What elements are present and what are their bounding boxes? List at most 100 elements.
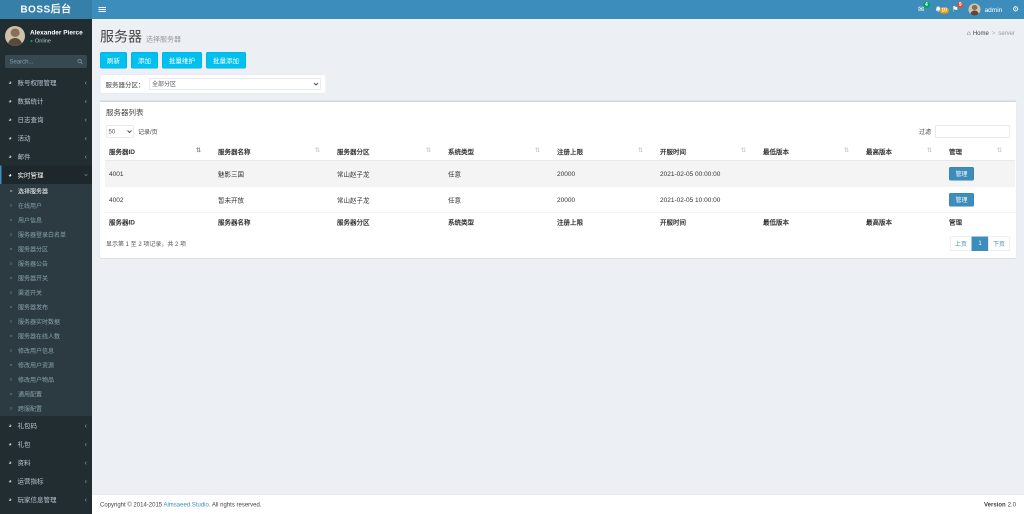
cell-server-id: 4002	[105, 187, 214, 213]
brand-link[interactable]: Almsaeed Studio.	[163, 501, 210, 508]
copyright-prefix: Copyright © 2014-2015	[100, 501, 162, 508]
circle-icon: ○	[8, 363, 14, 369]
cell-server-zone: 常山赵子龙	[333, 187, 444, 213]
sidebar-subitem-user-info[interactable]: ○用户信息	[0, 213, 92, 228]
sidebar-subitem-crossserver-config[interactable]: ○跨服配置	[0, 402, 92, 417]
cell-max-version	[862, 187, 945, 213]
sidebar-item-gift-code[interactable]: ◕ 礼包码 ‹	[0, 416, 92, 435]
sidebar-subitem-online-users[interactable]: ○在线用户	[0, 199, 92, 214]
sidebar-subitem-edit-user-items[interactable]: ○修改用户物品	[0, 373, 92, 388]
sidebar-item-activity[interactable]: ◕ 活动 ‹	[0, 129, 92, 148]
sidebar-subitem-edit-user-info[interactable]: ○修改用户信息	[0, 344, 92, 359]
batch-maintain-button[interactable]: 批量维护	[162, 52, 202, 69]
sidebar-subitem-online-count[interactable]: ○服务器在线人数	[0, 329, 92, 344]
col-server-zone[interactable]: 服务器分区⇅	[333, 143, 444, 161]
col-server-name[interactable]: 服务器名称⇅	[214, 143, 333, 161]
refresh-button[interactable]: 刷新	[100, 52, 127, 69]
sidebar-item-materials[interactable]: ◕ 资料 ‹	[0, 453, 92, 472]
sidebar-subitem-server-publish[interactable]: ○服务器发布	[0, 300, 92, 315]
sidebar-item-gift-pack[interactable]: ◕ 礼包 ‹	[0, 435, 92, 454]
sort-icon[interactable]: ⇅	[315, 147, 320, 154]
pagination-prev-button[interactable]: 上页	[950, 237, 972, 252]
zone-filter-label: 服务器分区：	[106, 79, 145, 89]
tasks-menu[interactable]: ⚑ 9	[952, 0, 959, 19]
sidebar-subitem-login-whitelist[interactable]: ○服务器登录白名单	[0, 228, 92, 243]
main-footer: Copyright © 2014-2015 Almsaeed Studio. A…	[92, 494, 1024, 514]
sidebar-subitem-server-switch[interactable]: ○服务器开关	[0, 271, 92, 286]
table-filter-input[interactable]	[935, 126, 1010, 138]
sidebar-item-mail[interactable]: ◕ 邮件 ‹	[0, 147, 92, 166]
sidebar-item-account-permissions[interactable]: ◕ 账号权限管理 ‹	[0, 73, 92, 92]
user-menu[interactable]: admin	[969, 4, 1003, 16]
sidebar-subitem-channel-switch[interactable]: ○渠道开关	[0, 286, 92, 301]
sort-icon[interactable]: ⇅	[844, 147, 849, 154]
footer-col-server-zone: 服务器分区	[333, 213, 444, 231]
search-button[interactable]	[73, 55, 87, 68]
cell-server-id: 4001	[105, 161, 214, 187]
zone-filter-select[interactable]: 全部分区	[150, 78, 321, 90]
add-button[interactable]: 添加	[131, 52, 158, 69]
col-open-time[interactable]: 开服时间⇅	[656, 143, 759, 161]
sidebar-item-operation-metrics[interactable]: ◕ 运营指标 ‹	[0, 472, 92, 491]
breadcrumb-current: server	[998, 30, 1015, 37]
table-filter-label: 过滤	[919, 127, 931, 136]
sidebar-submenu: ○选择服务器 ○在线用户 ○用户信息 ○服务器登录白名单 ○服务器分区 ○服务器…	[0, 184, 92, 416]
sidebar-subitem-server-zone[interactable]: ○服务器分区	[0, 242, 92, 257]
app-logo[interactable]: BOSS后台	[0, 0, 92, 19]
sidebar-subitem-select-server[interactable]: ○选择服务器	[0, 184, 92, 199]
user-status: ●Online	[30, 38, 83, 44]
notifications-menu[interactable]: 10	[934, 6, 942, 14]
sidebar-item-data-stats[interactable]: ◕ 数据统计 ‹	[0, 92, 92, 111]
col-min-version[interactable]: 最低版本⇅	[759, 143, 862, 161]
col-max-version[interactable]: 最高版本⇅	[862, 143, 945, 161]
control-sidebar-toggle[interactable]: ⚙	[1012, 0, 1019, 19]
chevron-left-icon: ‹	[85, 460, 87, 465]
sidebar-subitem-realtime-data[interactable]: ○服务器实时数据	[0, 315, 92, 330]
sidebar-subitem-edit-user-resources[interactable]: ○修改用户资源	[0, 358, 92, 373]
cell-os-type: 任意	[444, 161, 553, 187]
sidebar-item-gift-redeem[interactable]: ◕ 礼包兑换 ‹	[0, 509, 92, 514]
chevron-down-icon: ‹	[83, 174, 88, 176]
pagination-next-button[interactable]: 下页	[988, 237, 1010, 252]
subitem-label: 服务器实时数据	[18, 318, 60, 327]
records-summary: 显示第 1 至 2 项记录，共 2 项	[106, 240, 186, 249]
sort-icon[interactable]: ⇅	[741, 147, 746, 154]
sort-icon[interactable]: ⇅	[638, 147, 643, 154]
sidebar-item-label: 活动	[18, 133, 81, 143]
sidebar: Alexander Pierce ●Online ◕ 账号权限管理 ‹ ◕ 数据…	[0, 19, 92, 514]
breadcrumb-separator: >	[992, 30, 996, 37]
sort-icon[interactable]: ⇅	[535, 147, 540, 154]
sidebar-item-realtime-management[interactable]: ◕ 实时管理 ‹	[0, 166, 92, 185]
footer-col-server-name: 服务器名称	[214, 213, 333, 231]
sidebar-subitem-general-config[interactable]: ○通用配置	[0, 387, 92, 402]
cell-manage: 管理	[945, 161, 1015, 187]
pie-chart-icon: ◕	[7, 496, 14, 503]
sidebar-item-log-query[interactable]: ◕ 日志查询 ‹	[0, 110, 92, 129]
cell-reg-limit: 20000	[553, 187, 656, 213]
circle-icon: ○	[8, 218, 14, 224]
col-reg-limit[interactable]: 注册上限⇅	[553, 143, 656, 161]
col-os-type[interactable]: 系统类型⇅	[444, 143, 553, 161]
manage-button[interactable]: 管理	[949, 167, 974, 181]
sidebar-subitem-server-announcement[interactable]: ○服务器公告	[0, 257, 92, 272]
sidebar-search	[5, 55, 87, 68]
sort-icon[interactable]: ⇅	[927, 147, 932, 154]
pagination-page-1[interactable]: 1	[971, 237, 988, 252]
manage-button[interactable]: 管理	[949, 193, 974, 207]
sidebar-toggle-button[interactable]	[92, 0, 112, 19]
sort-icon[interactable]: ⇅	[196, 147, 201, 154]
subitem-label: 修改用户信息	[18, 347, 54, 356]
batch-add-button[interactable]: 批量添加	[206, 52, 246, 69]
breadcrumb-home[interactable]: Home	[973, 30, 989, 37]
sidebar-item-player-info-management[interactable]: ◕ 玩家信息管理 ‹	[0, 490, 92, 509]
page-size-select[interactable]: 50	[106, 126, 134, 138]
search-input[interactable]	[5, 55, 73, 68]
messages-menu[interactable]: ✉ 4	[918, 0, 924, 19]
chevron-left-icon: ‹	[85, 117, 87, 122]
online-dot-icon: ●	[30, 38, 33, 44]
breadcrumb: ⌂Home>server	[967, 29, 1015, 37]
col-server-id[interactable]: 服务器ID⇅	[105, 143, 214, 161]
pie-chart-icon: ◕	[7, 79, 14, 86]
sort-icon[interactable]: ⇅	[426, 147, 431, 154]
sort-icon[interactable]: ⇅	[997, 147, 1002, 154]
